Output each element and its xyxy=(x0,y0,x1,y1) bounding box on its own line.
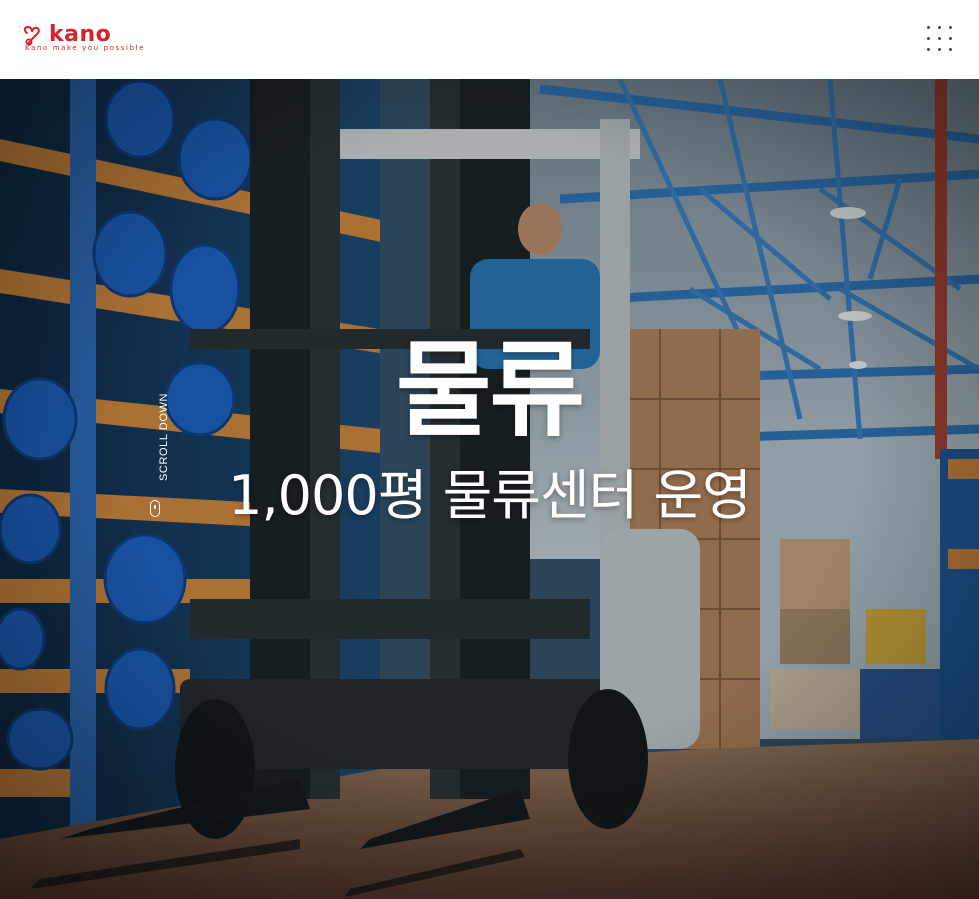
scroll-down-indicator[interactable]: SCROLL DOWN xyxy=(144,393,170,529)
site-header: kano Kano make you possible xyxy=(0,0,979,79)
mouse-scroll-icon xyxy=(150,500,160,517)
grid-menu-button[interactable] xyxy=(927,26,953,52)
logo-tagline: Kano make you possible xyxy=(25,44,146,52)
hero-section: 물류 1,000평 물류센터 운영 SCROLL DOWN xyxy=(0,79,979,899)
scroll-down-label: SCROLL DOWN xyxy=(158,392,170,481)
kano-logo[interactable]: kano Kano make you possible xyxy=(23,22,143,55)
